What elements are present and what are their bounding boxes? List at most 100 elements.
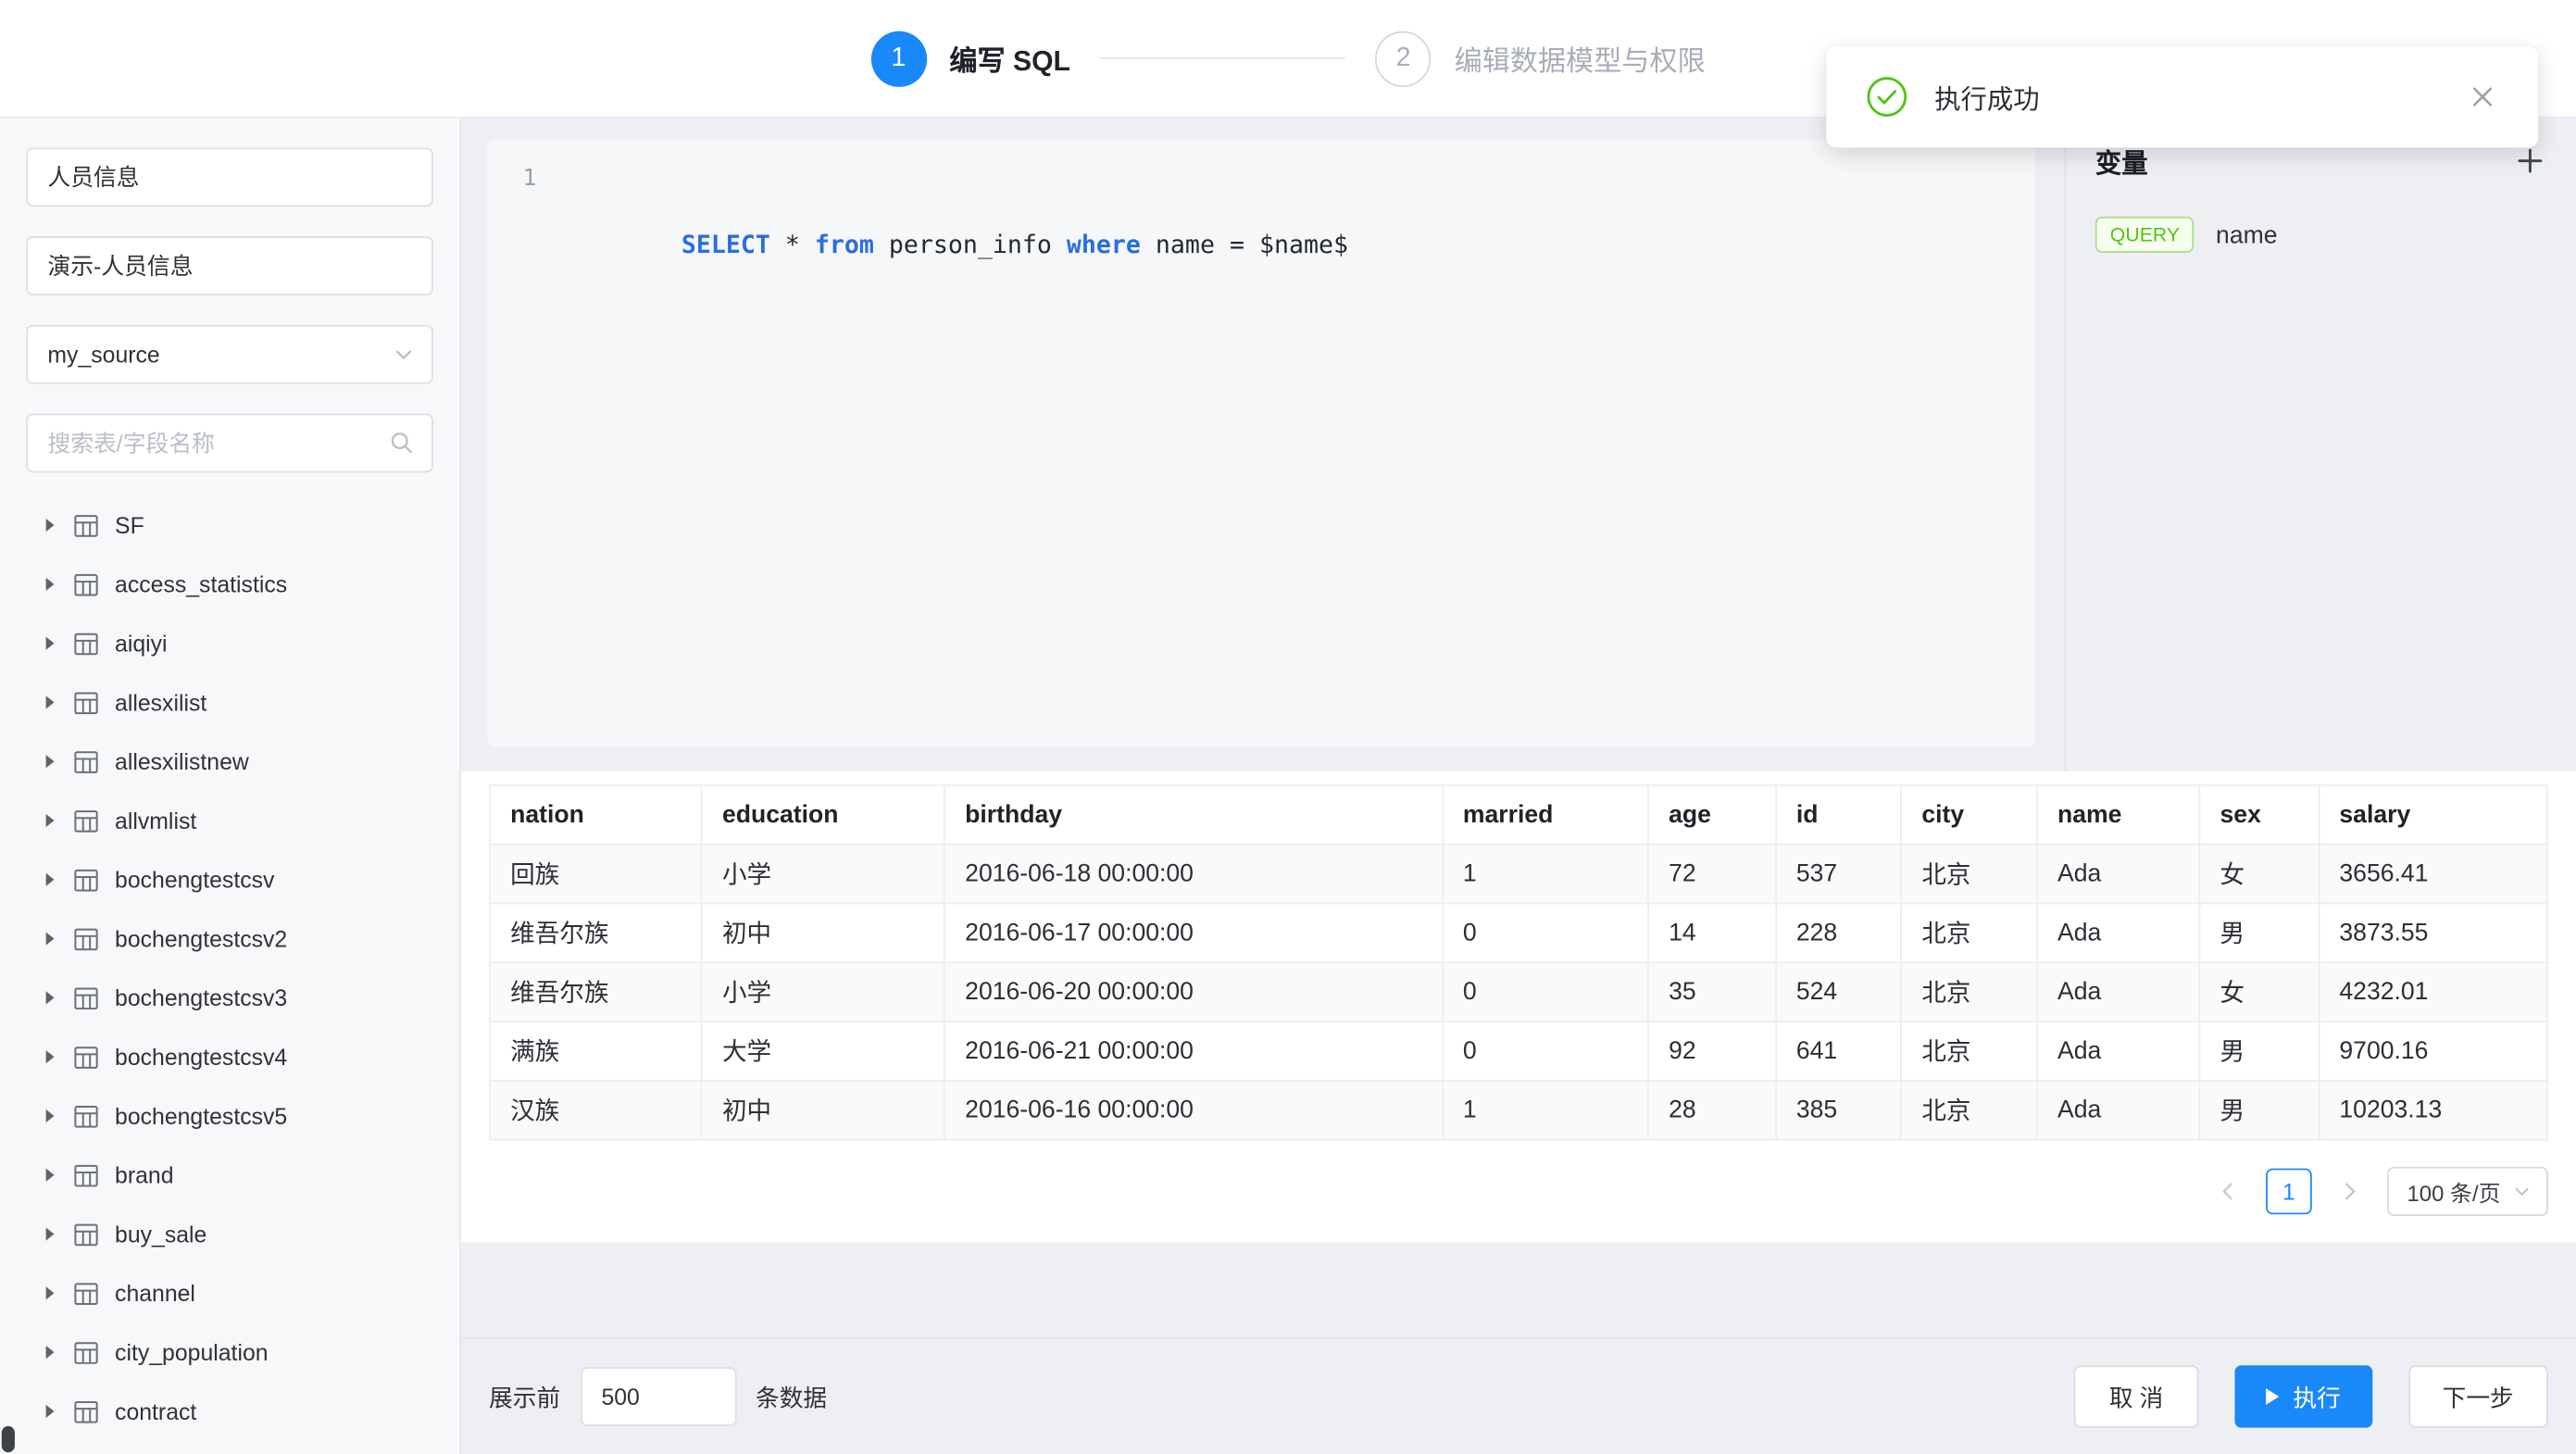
tree-item-table[interactable]: brand <box>26 1146 432 1205</box>
execute-button[interactable]: 执行 <box>2234 1365 2372 1427</box>
variable-item[interactable]: QUERY name <box>2095 217 2546 253</box>
caret-right-icon <box>46 637 55 650</box>
line-number: 1 <box>514 162 537 260</box>
tree-item-table[interactable]: allesxilist <box>26 673 432 733</box>
row-limit-input[interactable] <box>580 1367 735 1426</box>
close-icon[interactable] <box>2466 81 2498 113</box>
sql-editor[interactable]: 1 SELECT * from person_info where name =… <box>487 140 2034 747</box>
variable-list: QUERY name <box>2095 217 2546 253</box>
code-line-content: SELECT * from person_info where name = $… <box>563 162 1348 260</box>
chevron-left-icon <box>2217 1180 2240 1203</box>
tree-item-table[interactable]: aiqiyi <box>26 614 432 673</box>
table-cell: 14 <box>1648 903 1776 962</box>
model-display-name-input[interactable] <box>26 236 432 295</box>
tree-item-label: SF <box>115 512 144 538</box>
code-token: * <box>770 230 815 259</box>
tree-item-label: city_population <box>115 1339 269 1365</box>
table-cell: 2016-06-21 00:00:00 <box>944 1022 1443 1081</box>
table-cell: 0 <box>1443 903 1648 962</box>
table-cell: 北京 <box>1901 1081 2037 1140</box>
table-grid-icon <box>74 572 99 597</box>
caret-right-icon <box>46 1109 55 1122</box>
table-cell: Ada <box>2037 903 2200 962</box>
column-header: name <box>2037 785 2200 845</box>
row-limit-group: 展示前 条数据 <box>489 1367 827 1426</box>
tree-item-label: bochengtestcsv4 <box>115 1044 287 1070</box>
add-variable-button[interactable] <box>2514 144 2546 177</box>
chevron-down-icon <box>2512 1182 2532 1201</box>
search-wrap <box>26 414 432 473</box>
caret-right-icon <box>46 696 55 708</box>
tree-item-table[interactable]: bochengtestcsv4 <box>26 1027 432 1086</box>
search-input[interactable] <box>26 414 432 473</box>
table-row: 维吾尔族初中2016-06-17 00:00:00014228北京Ada男387… <box>490 903 2547 962</box>
table-row: 汉族初中2016-06-16 00:00:00128385北京Ada男10203… <box>490 1081 2547 1140</box>
table-cell: 小学 <box>702 962 944 1022</box>
step-edit-model: 2 编辑数据模型与权限 <box>1376 31 1706 86</box>
tree-item-table[interactable]: bochengtestcsv5 <box>26 1086 432 1146</box>
tree-item-table[interactable]: buy_sale <box>26 1205 432 1264</box>
variables-panel: 变量 QUERY name <box>2064 119 2576 771</box>
tree-item-table[interactable]: bochengtestcsv2 <box>26 909 432 969</box>
table-cell: 0 <box>1443 1022 1648 1081</box>
model-name-input[interactable] <box>26 147 432 207</box>
cancel-button[interactable]: 取 消 <box>2075 1365 2198 1427</box>
pagination: 1 100 条/页 <box>489 1167 2548 1216</box>
table-grid-icon <box>74 749 99 774</box>
table-grid-icon <box>74 1399 99 1424</box>
caret-right-icon <box>46 1405 55 1418</box>
table-cell: Ada <box>2037 1022 2200 1081</box>
tree-item-table[interactable]: allesxilistnew <box>26 732 432 791</box>
table-cell: 初中 <box>702 903 944 962</box>
caret-right-icon <box>46 1050 55 1063</box>
results-table: nationeducationbirthdaymarriedageidcityn… <box>489 784 2548 1141</box>
caret-right-icon <box>46 1346 55 1359</box>
next-step-button[interactable]: 下一步 <box>2407 1365 2548 1427</box>
plus-icon <box>2517 147 2543 173</box>
table-tree: SF access_statistics aiqiyi a <box>26 495 432 1441</box>
table-grid-icon <box>74 513 99 538</box>
action-buttons: 取 消 执行 下一步 <box>2075 1365 2548 1427</box>
tree-item-table[interactable]: channel <box>26 1263 432 1322</box>
toast-message: 执行成功 <box>1934 77 2466 117</box>
table-cell: 2016-06-20 00:00:00 <box>944 962 1443 1022</box>
table-grid-icon <box>74 1162 99 1187</box>
page-number-button[interactable]: 1 <box>2266 1169 2312 1215</box>
table-cell: 2016-06-18 00:00:00 <box>944 845 1443 904</box>
main-content: 1 SELECT * from person_info where name =… <box>461 119 2576 1454</box>
tree-item-table[interactable]: SF <box>26 495 432 555</box>
scrollbar-thumb[interactable] <box>2 1426 15 1452</box>
next-page-button[interactable] <box>2328 1170 2370 1212</box>
caret-right-icon <box>46 932 55 945</box>
table-cell: 537 <box>1776 845 1902 904</box>
table-grid-icon <box>74 631 99 656</box>
search-icon <box>387 428 415 456</box>
code-token: SELECT <box>682 230 770 259</box>
table-grid-icon <box>74 926 99 951</box>
column-header: sex <box>2199 785 2319 845</box>
table-row: 回族小学2016-06-18 00:00:00172537北京Ada女3656.… <box>490 845 2547 904</box>
table-cell: Ada <box>2037 845 2200 904</box>
datasource-select[interactable]: my_source <box>26 325 432 384</box>
tree-item-table[interactable]: bochengtestcsv3 <box>26 968 432 1027</box>
table-cell: 北京 <box>1901 903 2037 962</box>
tree-item-label: bochengtestcsv2 <box>115 925 287 951</box>
tree-item-table[interactable]: bochengtestcsv <box>26 850 432 909</box>
success-toast: 执行成功 <box>1826 46 2538 148</box>
tree-item-table[interactable]: access_statistics <box>26 555 432 614</box>
caret-right-icon <box>46 755 55 768</box>
table-grid-icon <box>74 985 99 1010</box>
table-grid-icon <box>74 808 99 834</box>
page-size-select[interactable]: 100 条/页 <box>2387 1167 2548 1216</box>
tree-item-table[interactable]: contract <box>26 1382 432 1441</box>
tree-item-table[interactable]: city_population <box>26 1322 432 1382</box>
datasource-selected-value: my_source <box>47 342 159 368</box>
prev-page-button[interactable] <box>2207 1170 2249 1212</box>
caret-right-icon <box>46 519 55 532</box>
table-cell: 641 <box>1776 1022 1902 1081</box>
limit-prefix-label: 展示前 <box>489 1379 560 1413</box>
code-token: person_info <box>874 230 1067 259</box>
tree-item-label: bochengtestcsv5 <box>115 1103 287 1129</box>
table-row: 满族大学2016-06-21 00:00:00092641北京Ada男9700.… <box>490 1022 2547 1081</box>
tree-item-table[interactable]: allvmlist <box>26 791 432 850</box>
